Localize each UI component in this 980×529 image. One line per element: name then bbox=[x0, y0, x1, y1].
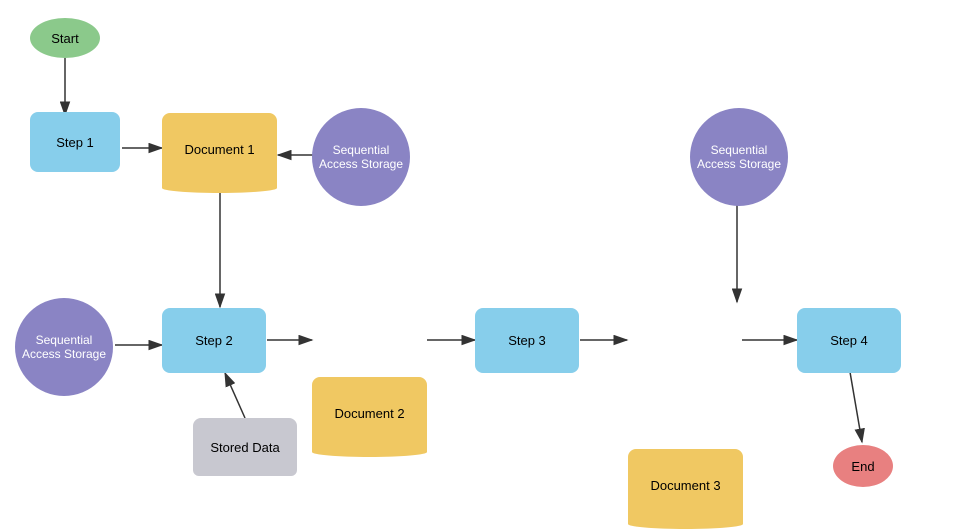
seq2-node: Sequential Access Storage bbox=[690, 108, 788, 206]
seq1-node: Sequential Access Storage bbox=[312, 108, 410, 206]
doc1-node: Document 1 bbox=[162, 113, 277, 185]
end-node: End bbox=[833, 445, 893, 487]
start-node: Start bbox=[30, 18, 100, 58]
stored-node: Stored Data bbox=[193, 418, 297, 476]
doc3-node: Document 3 bbox=[628, 449, 743, 521]
arrows-svg bbox=[0, 0, 980, 511]
step1-node: Step 1 bbox=[30, 112, 120, 172]
step3-node: Step 3 bbox=[475, 308, 579, 373]
step2-node: Step 2 bbox=[162, 308, 266, 373]
doc2-node: Document 2 bbox=[312, 377, 427, 449]
seq3-node: Sequential Access Storage bbox=[15, 298, 113, 396]
step4-node: Step 4 bbox=[797, 308, 901, 373]
diagram: Start Step 1 Document 1 Sequential Acces… bbox=[0, 0, 980, 511]
